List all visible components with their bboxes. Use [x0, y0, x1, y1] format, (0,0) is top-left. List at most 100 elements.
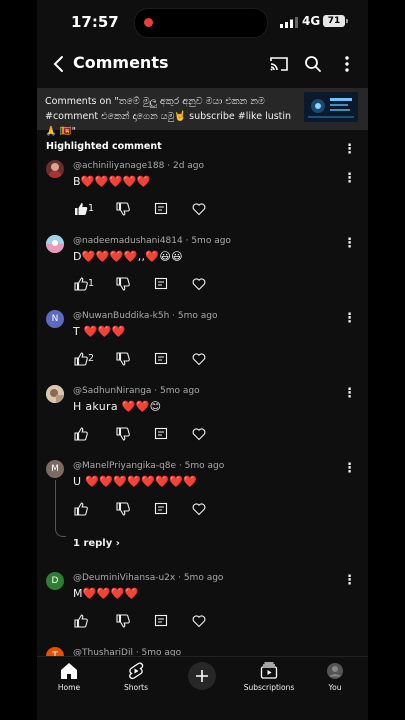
dislike-icon[interactable] — [115, 613, 131, 629]
video-context-bar[interactable]: Comments on "තමේ මුලු අකුර අනුව මයා එකන … — [37, 88, 368, 137]
reply-icon[interactable] — [153, 613, 169, 629]
heart-outline-icon[interactable] — [191, 426, 207, 442]
comment-item: N @NuwanBuddika-k5h · 5mo ago T ❤️❤️❤️ ⋮… — [37, 310, 368, 380]
comment-text: U ❤️❤️❤️❤️❤️❤️❤️❤️ — [73, 475, 198, 488]
comment-meta: @ManelPriyangika-q8e · 5mo ago — [73, 461, 225, 471]
video-context-text: Comments on "තමේ මුලු අකුර අනුව මයා එකන … — [45, 96, 292, 137]
comment-more-icon[interactable]: ⋮ — [343, 387, 356, 401]
home-icon — [61, 663, 77, 679]
heart-outline-icon[interactable] — [191, 613, 207, 629]
comment-item: @nadeemadushani4814 · 5mo ago D❤️❤️❤️❤️,… — [37, 235, 368, 305]
cast-icon[interactable] — [265, 50, 293, 78]
avatar[interactable]: D — [46, 572, 64, 590]
comment-time: 5mo ago — [191, 236, 231, 246]
search-icon[interactable] — [299, 50, 327, 78]
comment-more-icon[interactable]: ⋮ — [343, 462, 356, 476]
comment-author[interactable]: @DeuminiVihansa-u2x — [73, 573, 175, 583]
chevron-right-icon: › — [115, 538, 120, 549]
reply-icon[interactable] — [153, 501, 169, 517]
comment-text: T ❤️❤️❤️ — [73, 325, 126, 338]
avatar[interactable] — [46, 160, 64, 178]
avatar-icon — [327, 663, 343, 679]
avatar-photo-icon — [49, 163, 61, 178]
dislike-icon[interactable] — [115, 201, 131, 217]
comment-more-icon[interactable]: ⋮ — [343, 574, 356, 588]
dislike-icon[interactable] — [115, 501, 131, 517]
comment-text: D❤️❤️❤️❤️,,❤️😃😃 — [73, 250, 183, 263]
avatar-photo-icon — [46, 235, 64, 253]
comment-author[interactable]: @NuwanBuddika-k5h — [73, 311, 169, 321]
nav-shorts[interactable]: Shorts — [105, 657, 167, 697]
avatar-photo-icon — [46, 385, 64, 403]
heart-outline-icon[interactable] — [191, 501, 207, 517]
nav-home[interactable]: Home — [38, 657, 100, 697]
avatar[interactable] — [46, 235, 64, 253]
bottom-navigation: Home Shorts Subscriptions You — [37, 656, 368, 720]
like-icon[interactable] — [73, 613, 89, 629]
heart-outline-icon[interactable] — [191, 276, 207, 292]
heart-outline-icon[interactable] — [191, 201, 207, 217]
comment-actions — [73, 426, 223, 442]
reply-icon[interactable] — [153, 351, 169, 367]
avatar[interactable]: M — [46, 460, 64, 478]
like-icon[interactable] — [73, 276, 89, 292]
like-count: 2 — [88, 353, 95, 364]
comment-time: 5mo ago — [160, 386, 200, 396]
comment-time: 5mo ago — [184, 461, 225, 471]
recording-indicator-icon — [144, 18, 153, 27]
highlighted-comment-heading: Highlighted comment — [46, 141, 162, 152]
nav-you[interactable]: You — [304, 657, 366, 697]
back-arrow-icon[interactable] — [45, 50, 73, 78]
highlighted-more-icon[interactable]: ⋮ — [343, 143, 356, 157]
comment-text: M❤️❤️❤️❤️ — [73, 587, 139, 600]
avatar[interactable] — [46, 385, 64, 403]
comment-more-icon[interactable]: ⋮ — [343, 172, 356, 186]
nav-subscriptions[interactable]: Subscriptions — [238, 657, 300, 697]
nav-shorts-label: Shorts — [123, 683, 149, 692]
comment-actions: 1 — [73, 276, 223, 292]
battery-icon: 71 — [323, 15, 348, 27]
comment-author[interactable]: @ManelPriyangika-q8e — [73, 461, 176, 471]
create-icon — [196, 670, 208, 682]
reply-icon[interactable] — [153, 276, 169, 292]
comment-more-icon[interactable]: ⋮ — [343, 237, 356, 251]
page-title: Comments — [73, 53, 169, 72]
comment-author[interactable]: @achiniliyanage188 — [73, 161, 164, 171]
status-bar: 17:57 4G 71 — [37, 0, 368, 44]
like-count: 1 — [88, 278, 95, 289]
avatar[interactable]: N — [46, 310, 64, 328]
like-icon[interactable] — [73, 351, 89, 367]
comment-item: @SadhunNiranga · 5mo ago H akura ❤️❤️😊 ⋮ — [37, 385, 368, 455]
comment-author[interactable]: @SadhunNiranga — [73, 386, 151, 396]
comment-item: D @DeuminiVihansa-u2x · 5mo ago M❤️❤️❤️❤… — [37, 572, 368, 642]
dislike-icon[interactable] — [115, 276, 131, 292]
dislike-icon[interactable] — [115, 426, 131, 442]
reply-icon[interactable] — [153, 426, 169, 442]
comments-header: Comments — [37, 44, 368, 84]
comment-more-icon[interactable]: ⋮ — [343, 312, 356, 326]
comment-author[interactable]: @nadeemadushani4814 — [73, 236, 183, 246]
comment-meta: @NuwanBuddika-k5h · 5mo ago — [73, 311, 218, 321]
subscriptions-icon — [260, 662, 278, 679]
comment-meta: @DeuminiVihansa-u2x · 5mo ago — [73, 573, 224, 583]
view-replies-button[interactable]: 1 reply › — [73, 538, 120, 549]
comment-meta: @achiniliyanage188 · 2d ago — [73, 161, 205, 171]
comment-time: 2d ago — [172, 161, 205, 171]
comment-actions: 1 — [73, 201, 223, 217]
like-icon[interactable] — [73, 426, 89, 442]
dislike-icon[interactable] — [115, 351, 131, 367]
shorts-icon — [129, 662, 144, 680]
comment-actions: 2 — [73, 351, 223, 367]
create-button[interactable] — [188, 662, 216, 690]
nav-subscriptions-label: Subscriptions — [243, 683, 295, 692]
reply-icon[interactable] — [153, 201, 169, 217]
like-filled-icon[interactable] — [73, 201, 89, 217]
heart-outline-icon[interactable] — [191, 351, 207, 367]
nav-home-label: Home — [57, 683, 81, 692]
like-icon[interactable] — [73, 501, 89, 517]
network-type: 4G — [302, 14, 321, 28]
video-thumbnail[interactable] — [304, 92, 358, 122]
more-options-icon[interactable] — [333, 50, 361, 78]
app-screen: 17:57 4G 71 Comments Comments on "තමේ මු… — [37, 0, 368, 720]
comment-item: @achiniliyanage188 · 2d ago B❤️❤️❤️❤️❤️ … — [37, 160, 368, 230]
